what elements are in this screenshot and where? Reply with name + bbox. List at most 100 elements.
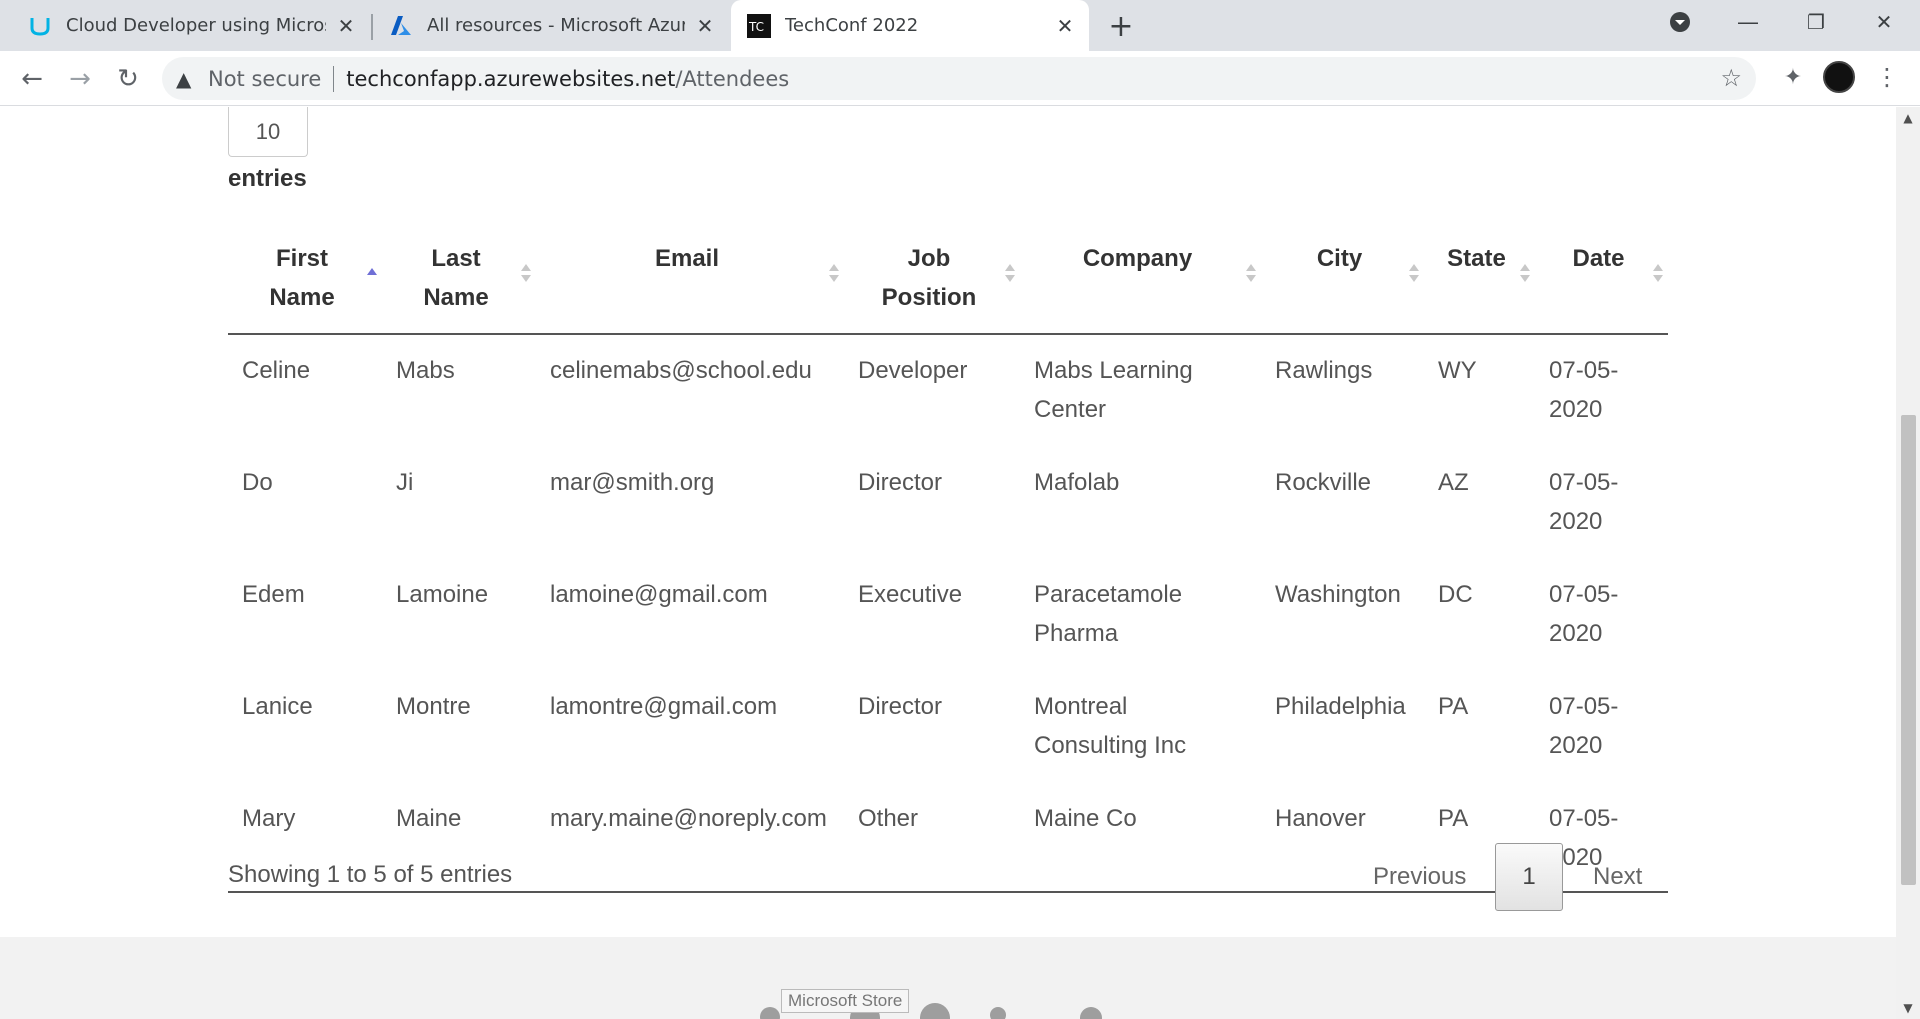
page-length-select[interactable]: 10 bbox=[228, 107, 308, 157]
cell-city: Philadelphia bbox=[1275, 693, 1406, 720]
cell-state: DC bbox=[1438, 581, 1473, 608]
tab-udacity[interactable]: Cloud Developer using Microsoft Azure ✕ bbox=[0, 0, 370, 51]
close-icon[interactable]: ✕ bbox=[693, 14, 717, 38]
tab-search-icon[interactable] bbox=[1652, 0, 1708, 44]
udacity-icon bbox=[28, 14, 52, 38]
scroll-up-arrow-icon[interactable]: ▲ bbox=[1896, 107, 1920, 129]
cell-first-name: Celine bbox=[242, 357, 311, 384]
scroll-down-arrow-icon[interactable]: ▼ bbox=[1896, 997, 1920, 1019]
profile-avatar[interactable] bbox=[1823, 61, 1855, 93]
cell-job-position: Other bbox=[844, 783, 1020, 893]
url-host: techconfapp.azurewebsites.net bbox=[346, 66, 676, 91]
cell-company: Mabs Learning Center bbox=[1034, 357, 1193, 423]
cell-email: lamoine@gmail.com bbox=[550, 581, 768, 608]
back-icon[interactable]: ← bbox=[14, 61, 50, 97]
address-toolbar: ← → ↻ ▲ Not secure techconfapp.azurewebs… bbox=[0, 51, 1920, 106]
tab-title: All resources - Microsoft Azure bbox=[427, 15, 685, 36]
entries-label: entries bbox=[228, 165, 307, 192]
page-footer bbox=[0, 937, 1896, 1019]
browser-menu-icon[interactable]: ⋮ bbox=[1872, 62, 1902, 92]
column-header-job-position[interactable]: Job Position bbox=[844, 227, 1020, 335]
cell-email: celinemabs@school.edu bbox=[550, 357, 812, 384]
cell-state: WY bbox=[1438, 357, 1477, 384]
page-scrollbar[interactable]: ▲ ▼ bbox=[1896, 107, 1920, 1019]
close-icon[interactable]: ✕ bbox=[1053, 14, 1077, 38]
divider bbox=[333, 65, 335, 92]
sort-icon bbox=[829, 264, 839, 282]
warning-icon[interactable]: ▲ bbox=[176, 67, 202, 91]
cell-company: Mafolab bbox=[1034, 469, 1120, 496]
column-header-label: First Name bbox=[269, 245, 335, 311]
cell-company: Maine Co bbox=[1020, 783, 1261, 893]
cell-first-name: Do bbox=[242, 469, 273, 496]
column-header-email[interactable]: Email bbox=[536, 227, 844, 335]
cell-last-name: Mabs bbox=[396, 357, 455, 384]
restore-icon[interactable]: ❐ bbox=[1788, 0, 1844, 44]
cell-job-position: Director bbox=[858, 469, 943, 496]
column-header-last-name[interactable]: Last Name bbox=[382, 227, 536, 335]
column-header-label: City bbox=[1316, 245, 1363, 272]
cell-date: 07-05-2020 bbox=[1549, 581, 1619, 647]
cell-first-name: Lanice bbox=[242, 693, 313, 720]
new-tab-icon[interactable]: + bbox=[1105, 9, 1137, 44]
cell-job-position: Developer bbox=[858, 357, 968, 384]
column-header-first-name[interactable]: First Name bbox=[228, 227, 382, 335]
previous-page-button[interactable]: Previous bbox=[1373, 863, 1466, 891]
column-header-state[interactable]: State bbox=[1424, 227, 1535, 335]
cell-last-name: Lamoine bbox=[396, 581, 489, 608]
cell-date: 07-05-2020 bbox=[1549, 469, 1619, 535]
sort-icon bbox=[1653, 264, 1663, 282]
column-header-label: Email bbox=[654, 245, 720, 272]
cell-city: Washington bbox=[1275, 581, 1401, 608]
reload-icon[interactable]: ↻ bbox=[110, 61, 146, 97]
cell-city: Rawlings bbox=[1275, 357, 1373, 384]
bookmark-star-icon[interactable]: ☆ bbox=[1720, 64, 1742, 92]
cell-date: 07-05-2020 bbox=[1549, 357, 1619, 423]
column-header-label: Date bbox=[1572, 245, 1625, 272]
minimize-icon[interactable]: ― bbox=[1720, 0, 1776, 44]
column-header-label: State bbox=[1447, 245, 1506, 272]
column-header-city[interactable]: City bbox=[1261, 227, 1424, 335]
azure-icon bbox=[389, 14, 413, 38]
svg-text:TC: TC bbox=[748, 20, 764, 34]
table-row: Celine Mabs celinemabs@school.edu Develo… bbox=[228, 334, 1668, 447]
header-row: First Name Last Name Email Job Position … bbox=[228, 227, 1668, 335]
sort-ascending-icon bbox=[367, 268, 377, 275]
tab-azure[interactable]: All resources - Microsoft Azure ✕ bbox=[373, 0, 729, 51]
scrollbar-thumb[interactable] bbox=[1901, 415, 1916, 885]
window-close-icon[interactable]: ✕ bbox=[1856, 0, 1912, 44]
cell-state: PA bbox=[1438, 693, 1469, 720]
linkedin-icon[interactable] bbox=[990, 1007, 1006, 1019]
sort-icon bbox=[1246, 264, 1256, 282]
sort-icon bbox=[1005, 264, 1015, 282]
tab-title: TechConf 2022 bbox=[785, 15, 919, 36]
next-page-button[interactable]: Next bbox=[1593, 863, 1642, 891]
security-label[interactable]: Not secure bbox=[208, 67, 321, 91]
cell-company: Montreal Consulting Inc bbox=[1034, 693, 1187, 759]
column-header-date[interactable]: Date bbox=[1535, 227, 1668, 335]
cell-email: mary.maine@noreply.com bbox=[536, 783, 844, 893]
address-bar[interactable]: ▲ Not secure techconfapp.azurewebsites.n… bbox=[162, 57, 1756, 100]
tab-strip: Cloud Developer using Microsoft Azure ✕ … bbox=[0, 0, 1920, 51]
table-info: Showing 1 to 5 of 5 entries bbox=[228, 861, 513, 888]
cell-date: 07-05-2020 bbox=[1549, 693, 1619, 759]
tab-title: Cloud Developer using Microsoft Azure bbox=[66, 15, 326, 36]
column-header-label: Last Name bbox=[423, 245, 489, 311]
tab-techconf[interactable]: TC TechConf 2022 ✕ bbox=[731, 0, 1089, 51]
column-header-label: Job Position bbox=[881, 245, 977, 311]
extensions-icon[interactable]: ✦ bbox=[1778, 62, 1808, 92]
sort-icon bbox=[1520, 264, 1530, 282]
cell-job-position: Executive bbox=[858, 581, 963, 608]
cell-email: lamontre@gmail.com bbox=[550, 693, 778, 720]
close-icon[interactable]: ✕ bbox=[334, 14, 358, 38]
cell-city: Rockville bbox=[1275, 469, 1372, 496]
table-row: Edem Lamoine lamoine@gmail.com Executive… bbox=[228, 559, 1668, 671]
column-header-company[interactable]: Company bbox=[1020, 227, 1261, 335]
current-page-button[interactable]: 1 bbox=[1495, 843, 1563, 911]
forward-icon[interactable]: → bbox=[62, 61, 98, 97]
sort-icon bbox=[1409, 264, 1419, 282]
microsoft-store-tooltip: Microsoft Store bbox=[781, 989, 910, 1013]
cell-state: AZ bbox=[1438, 469, 1469, 496]
cell-job-position: Director bbox=[858, 693, 943, 720]
url-path: /Attendees bbox=[675, 66, 790, 91]
